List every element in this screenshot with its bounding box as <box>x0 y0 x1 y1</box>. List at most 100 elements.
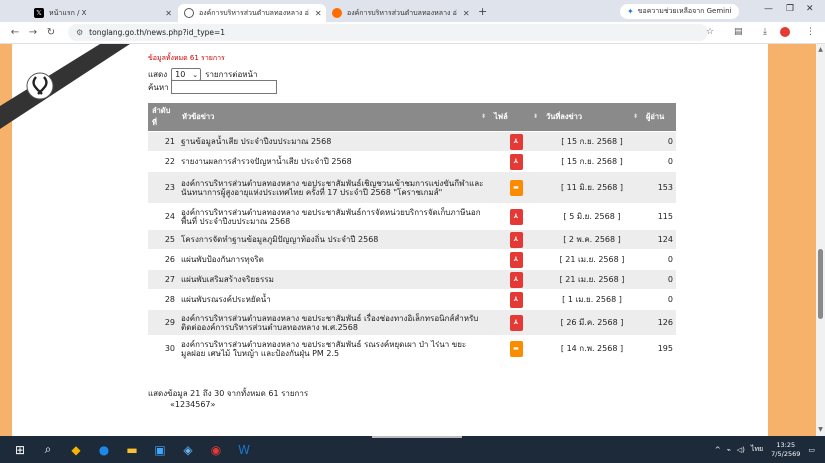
pdf-file-icon[interactable]: ⅄ <box>509 208 523 225</box>
read-count: 0 <box>642 151 676 172</box>
bookmark-star-icon[interactable]: ☆ <box>706 27 714 37</box>
forward-arrow-icon[interactable]: → <box>24 27 42 38</box>
back-arrow-icon[interactable]: ← <box>6 27 24 38</box>
new-tab-button[interactable]: + <box>478 5 487 18</box>
header-reads[interactable]: ผู้อ่าน <box>642 103 676 132</box>
image-file-icon[interactable]: ▬ <box>509 340 523 357</box>
news-title-link[interactable]: องค์การบริหารส่วนตำบลทองหลาง ขอประชาสัมพ… <box>178 171 490 204</box>
store-icon[interactable]: ▣ <box>146 436 174 463</box>
read-count: 0 <box>642 249 676 270</box>
browser-tab-active[interactable]: องค์การบริหารส่วนตำบลทองหลาง อ่ ✕ <box>178 4 326 22</box>
page-length-value: 10 <box>175 70 186 79</box>
news-title-link[interactable]: รายงานผลการสำรวจปัญหาน้ำเสีย ประจำปี 256… <box>178 151 490 172</box>
widgets-icon[interactable]: ◆ <box>62 436 90 463</box>
browser-toolbar: ← → ↻ ⚙ tonglang.go.th/news.php?id_type=… <box>0 22 825 44</box>
header-title-label: หัวข้อข่าว <box>182 112 215 121</box>
pdf-file-icon[interactable]: ⅄ <box>509 251 523 268</box>
scroll-up-arrow-icon[interactable]: ▲ <box>816 46 825 53</box>
scrollbar[interactable] <box>816 44 825 436</box>
table-row: 24 องค์การบริหารส่วนตำบลทองหลาง ขอประชาสั… <box>148 203 676 230</box>
file-cell: ⅄ <box>490 309 542 336</box>
close-tab-icon[interactable]: ✕ <box>457 9 470 18</box>
notifications-icon[interactable]: ▭ <box>808 446 815 454</box>
header-date[interactable]: วันที่ลงข่าว ⬍ <box>542 103 642 132</box>
file-cell: ▬ <box>490 171 542 204</box>
news-title-link[interactable]: แผ่นพับเสริมสร้างจริยธรรม <box>178 269 490 290</box>
edge-icon[interactable]: ● <box>90 436 118 463</box>
image-file-icon[interactable]: ▬ <box>509 179 523 196</box>
clock-time: 13:25 <box>776 440 796 449</box>
news-title-link[interactable]: องค์การบริหารส่วนตำบลทองหลาง ขอประชาสัมพ… <box>178 309 490 336</box>
clock-date: 7/5/2569 <box>771 449 801 458</box>
news-date: [ 5 มิ.ย. 2568 ] <box>542 203 642 230</box>
download-icon[interactable]: ⤓ <box>763 27 767 37</box>
close-window-button[interactable]: ✕ <box>806 4 814 14</box>
search-control: ค้นหา <box>148 80 277 94</box>
tab-label: องค์การบริหารส่วนตำบลทองหลาง อ่ <box>199 8 309 17</box>
pdf-file-icon[interactable]: ⅄ <box>509 133 523 150</box>
read-count: 126 <box>642 309 676 336</box>
read-count: 115 <box>642 203 676 230</box>
close-tab-icon[interactable]: ✕ <box>159 9 172 18</box>
table-info: แสดงข้อมูล 21 ถึง 30 จากทั้งหมด 61 รายกา… <box>148 389 309 398</box>
gemini-button[interactable]: ✦ ขอความช่วยเหลือจาก Gemini <box>620 4 739 19</box>
scrollbar-thumb[interactable] <box>818 249 823 319</box>
teams-icon[interactable]: ◈ <box>174 436 202 463</box>
browser-tab[interactable]: องค์การบริหารส่วนตำบลทองหลาง อ่ ✕ <box>326 4 474 22</box>
news-title-link[interactable]: โครงการจัดทำฐานข้อมูลภูมิปัญญาท้องถิ่น ป… <box>178 229 490 250</box>
news-title-link[interactable]: แผ่นพับรณรงค์ประหยัดน้ำ <box>178 289 490 310</box>
network-icon[interactable]: ⌁ <box>727 446 731 454</box>
close-tab-icon[interactable]: ✕ <box>309 9 322 18</box>
chrome-icon[interactable]: ◉ <box>202 436 230 463</box>
search-label: ค้นหา <box>148 82 169 92</box>
header-file[interactable]: ไฟล์ ⬍ <box>490 103 542 132</box>
header-no-label: ลำดับที่ <box>152 106 171 127</box>
browser-tab[interactable]: 𝕏 หน้าแรก / X ✕ <box>28 4 178 22</box>
table-row: 23 องค์การบริหารส่วนตำบลทองหลาง ขอประชาสั… <box>148 171 676 204</box>
read-count: 0 <box>642 131 676 152</box>
language-indicator[interactable]: ไทย <box>751 444 763 455</box>
header-title[interactable]: หัวข้อข่าว ⬍ <box>178 103 490 132</box>
windows-start-icon[interactable]: ⊞ <box>6 436 34 463</box>
pdf-file-icon[interactable]: ⅄ <box>509 271 523 288</box>
header-no[interactable]: ลำดับที่ <box>148 103 178 132</box>
news-date: [ 21 เม.ย. 2568 ] <box>542 249 642 270</box>
news-title-link[interactable]: องค์การบริหารส่วนตำบลทองหลาง ขอประชาสัมพ… <box>178 335 490 362</box>
menu-dots-icon[interactable]: ⋮ <box>806 27 815 37</box>
table-row: 25 โครงการจัดทำฐานข้อมูลภูมิปัญญาท้องถิ่น… <box>148 229 676 250</box>
file-cell: ⅄ <box>490 151 542 172</box>
row-number: 21 <box>148 131 178 152</box>
table-row: 29 องค์การบริหารส่วนตำบลทองหลาง ขอประชาสั… <box>148 309 676 336</box>
file-cell: ⅄ <box>490 203 542 230</box>
pdf-file-icon[interactable]: ⅄ <box>509 314 523 331</box>
table-row: 30 องค์การบริหารส่วนตำบลทองหลาง ขอประชาสั… <box>148 335 676 362</box>
search-input[interactable] <box>170 80 277 94</box>
minimize-button[interactable]: — <box>764 4 773 14</box>
read-count: 0 <box>642 289 676 310</box>
word-icon[interactable]: W <box>230 436 258 463</box>
pdf-file-icon[interactable]: ⅄ <box>509 291 523 308</box>
pdf-file-icon[interactable]: ⅄ <box>509 153 523 170</box>
file-cell: ⅄ <box>490 131 542 152</box>
chevron-down-icon: ⌄ <box>192 70 199 79</box>
tray-chevron-icon[interactable]: ^ <box>715 446 721 454</box>
reading-mode-icon[interactable]: ▤ <box>734 27 743 37</box>
site-settings-icon[interactable]: ⚙ <box>76 28 83 37</box>
news-title-link[interactable]: องค์การบริหารส่วนตำบลทองหลาง ขอประชาสัมพ… <box>178 203 490 230</box>
header-file-label: ไฟล์ <box>494 112 508 121</box>
scroll-down-arrow-icon[interactable]: ▼ <box>816 426 825 433</box>
pagination[interactable]: «1234567» <box>170 400 215 409</box>
pdf-file-icon[interactable]: ⅄ <box>509 231 523 248</box>
clock[interactable]: 13:25 7/5/2569 <box>771 441 800 459</box>
search-icon[interactable]: ⌕ <box>34 436 62 463</box>
news-title-link[interactable]: แผ่นพับป้องกันการทุจริต <box>178 249 490 270</box>
news-date: [ 15 ก.ย. 2568 ] <box>542 151 642 172</box>
speaker-icon[interactable]: ◁) <box>737 446 745 454</box>
profile-avatar[interactable] <box>780 27 790 37</box>
news-date: [ 11 มิ.ย. 2568 ] <box>542 171 642 204</box>
address-bar[interactable]: ⚙ tonglang.go.th/news.php?id_type=1 <box>68 24 708 41</box>
news-title-link[interactable]: ฐานข้อมูลน้ำเสีย ประจำปีงบประมาณ 2568 <box>178 131 490 152</box>
reload-icon[interactable]: ↻ <box>42 27 60 38</box>
file-explorer-icon[interactable]: ▬ <box>118 436 146 463</box>
maximize-button[interactable]: ❐ <box>786 4 794 14</box>
